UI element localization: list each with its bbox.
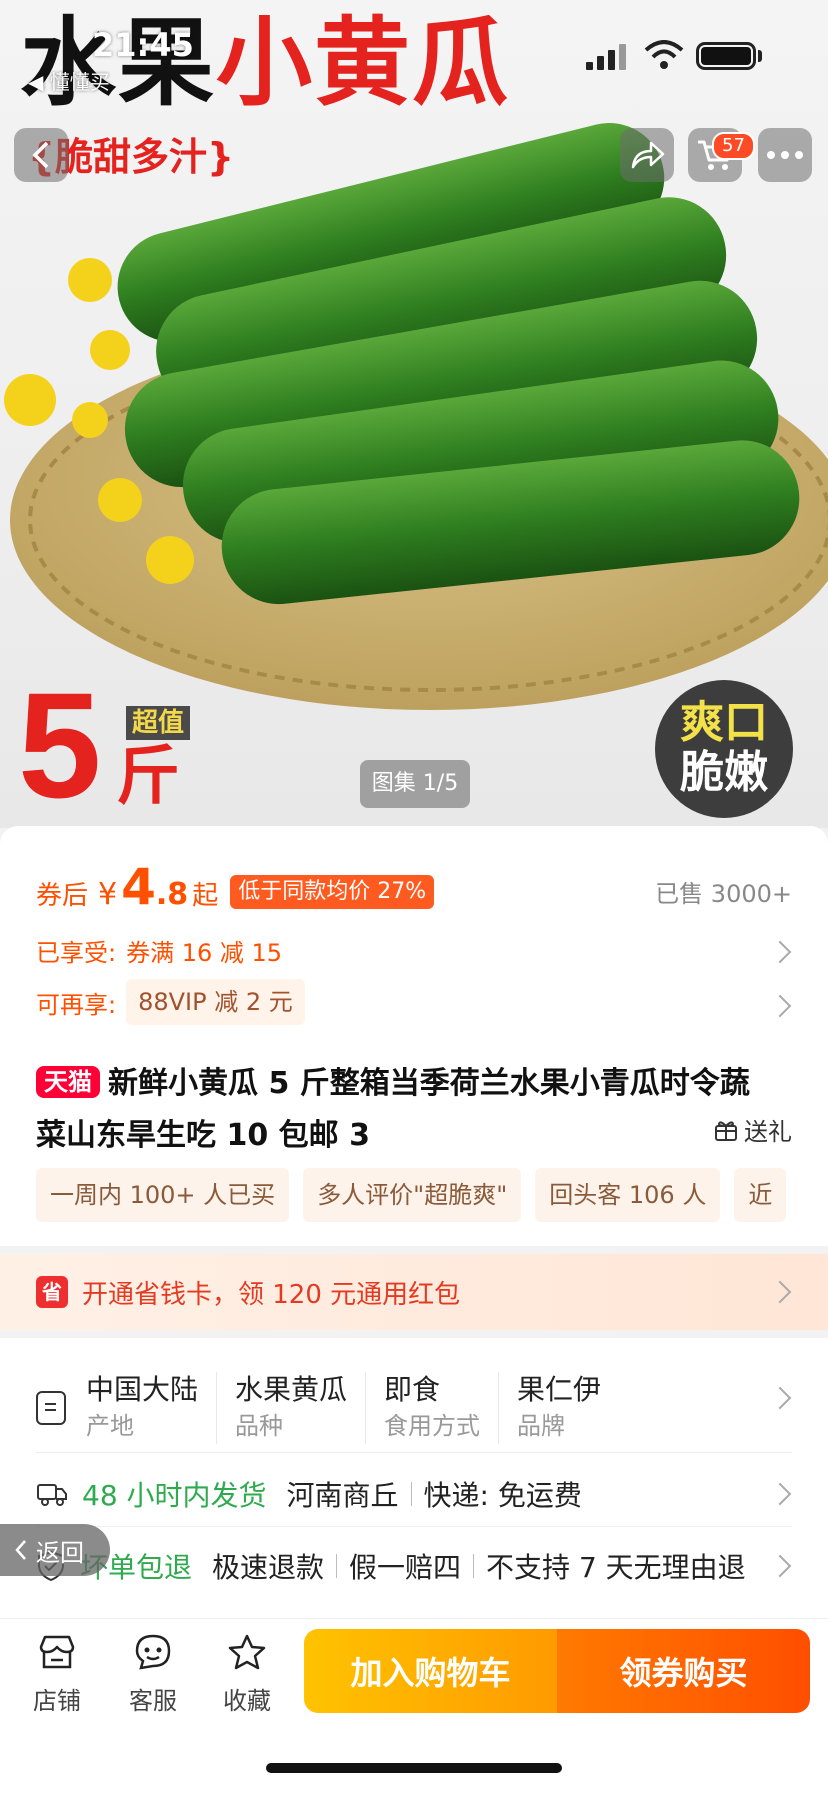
- status-bar: 21:45 ◀ 懂懂买: [0, 0, 828, 94]
- return-button[interactable]: 返回: [0, 1524, 110, 1576]
- divider: [36, 1452, 792, 1453]
- param-item: 水果黄瓜 品种: [216, 1372, 365, 1444]
- home-indicator: [266, 1763, 562, 1773]
- coupon-enjoyed-label: 已享受:: [36, 938, 117, 967]
- back-button[interactable]: [14, 128, 68, 182]
- price-row: 券后 ¥ 4 .8 起 低于同款均价 27%: [36, 858, 435, 916]
- sold-count: 已售 3000+: [655, 880, 792, 908]
- favorite-button[interactable]: 收藏: [212, 1633, 282, 1716]
- param-item: 中国大陆 产地: [86, 1373, 199, 1440]
- shipping-row[interactable]: 48 小时内发货 河南商丘 快递: 免运费: [36, 1466, 582, 1522]
- highlight-chips: 一周内 100+ 人已买 多人评价"超脆爽" 回头客 106 人 近: [36, 1168, 792, 1222]
- battery-icon: [696, 42, 756, 70]
- gallery-indicator[interactable]: 图集 1/5: [360, 760, 470, 808]
- coupon-enjoyed-row[interactable]: 已享受: 券满 16 减 15: [36, 930, 282, 970]
- hero-weight-number: 5: [18, 661, 102, 828]
- price-currency: ¥: [98, 877, 118, 912]
- store-label: 店铺: [33, 1687, 81, 1715]
- buy-with-coupon-button[interactable]: 领券购买: [557, 1629, 810, 1713]
- share-button[interactable]: [620, 128, 674, 182]
- battery-tip: [758, 50, 762, 62]
- shipping-origin: 河南商丘: [286, 1479, 399, 1512]
- product-image-carousel[interactable]: 水果小黄瓜 {脆甜多汁} 5 超值 斤 爽口 脆嫩 图集 1/5: [0, 0, 828, 828]
- shipping-time: 48 小时内发货: [82, 1479, 267, 1512]
- more-dots-icon: [767, 151, 803, 159]
- highlight-chip[interactable]: 回头客 106 人: [535, 1168, 721, 1222]
- cart-count-badge: 57: [712, 132, 755, 160]
- hero-badge: 爽口 脆嫩: [655, 680, 793, 818]
- hero-weight-tag: 超值: [126, 706, 191, 740]
- chevron-left-icon: [32, 141, 49, 169]
- chevron-right-icon: [768, 1280, 792, 1304]
- add-to-cart-button[interactable]: 加入购物车: [304, 1629, 557, 1713]
- savings-card-text: 开通省钱卡，领 120 元通用红包: [82, 1279, 461, 1310]
- favorite-label: 收藏: [223, 1687, 271, 1715]
- product-title: 天猫 新鲜小黄瓜 5 斤整箱当季荷兰水果小青瓜时令蔬菜山东旱生吃 10 包邮 3: [36, 1058, 776, 1162]
- separator: [473, 1554, 475, 1578]
- product-title-text: 新鲜小黄瓜 5 斤整箱当季荷兰水果小青瓜时令蔬菜山东旱生吃 10 包邮 3: [36, 1066, 750, 1153]
- price-decimal: .8: [155, 877, 189, 912]
- gift-label: 送礼: [744, 1118, 792, 1146]
- highlight-chip[interactable]: 一周内 100+ 人已买: [36, 1168, 290, 1222]
- clipboard-icon: [36, 1391, 66, 1425]
- param-item: 果仁伊 品牌: [498, 1372, 619, 1444]
- service-item: 不支持 7 天无理由退: [486, 1551, 746, 1584]
- gift-button[interactable]: 送礼: [714, 1112, 792, 1147]
- highlight-chip[interactable]: 近: [734, 1168, 787, 1222]
- customer-service-button[interactable]: 客服: [118, 1633, 188, 1716]
- price-integer: 4: [121, 858, 156, 916]
- purchase-buttons: 加入购物车 领券购买: [304, 1629, 810, 1713]
- service-row[interactable]: 坏单包退 极速退款 假一赔四 不支持 7 天无理由退: [36, 1538, 786, 1594]
- params-row[interactable]: 中国大陆 产地 水果黄瓜 品种 即食 食用方式 果仁伊 品牌: [36, 1358, 619, 1458]
- coupon-more-row[interactable]: 可再享: 88VIP 减 2 元: [36, 979, 305, 1025]
- truck-icon: [37, 1484, 67, 1506]
- tmall-badge: 天猫: [36, 1066, 100, 1098]
- details-card: 中国大陆 产地 水果黄瓜 品种 即食 食用方式 果仁伊 品牌 48 小时内发货 河南商丘…: [0, 1338, 828, 1622]
- highlight-chip[interactable]: 多人评价"超脆爽": [303, 1168, 522, 1222]
- chevron-right-icon: [768, 1482, 792, 1506]
- separator: [336, 1554, 338, 1578]
- hero-weight-unit: 斤: [116, 740, 180, 814]
- param-item: 即食 食用方式: [365, 1372, 498, 1444]
- product-detail-screen: { "status_bar": {"time": "21:45", "carri…: [0, 0, 828, 1795]
- gift-icon: [715, 1120, 737, 1141]
- separator: [410, 1482, 412, 1506]
- star-icon: [228, 1634, 266, 1670]
- more-button[interactable]: [758, 128, 812, 182]
- customer-service-label: 客服: [129, 1687, 177, 1715]
- price-suffix: 起: [192, 881, 219, 911]
- price-compare-tag: 低于同款均价 27%: [230, 875, 435, 909]
- cellular-signal-icon: [586, 44, 626, 70]
- service-item: 极速退款: [212, 1551, 325, 1584]
- status-back-app[interactable]: ◀ 懂懂买: [28, 66, 110, 95]
- store-button[interactable]: 店铺: [22, 1633, 92, 1716]
- wifi-icon: [644, 40, 684, 69]
- chevron-right-icon: [768, 940, 792, 964]
- chevron-right-icon: [768, 1386, 792, 1410]
- service-item: 假一赔四: [349, 1551, 462, 1584]
- share-icon: [631, 141, 665, 169]
- price-prefix: 券后: [36, 881, 89, 911]
- price-card: 券后 ¥ 4 .8 起 低于同款均价 27% 已售 3000+ 已享受: 券满 …: [0, 826, 828, 1703]
- coupon-enjoyed-value: 券满 16 减 15: [126, 938, 283, 967]
- status-time: 21:45: [92, 26, 194, 64]
- coupon-more-label: 可再享:: [36, 990, 117, 1019]
- chevron-right-icon: [768, 994, 792, 1018]
- divider: [36, 1526, 792, 1527]
- chevron-left-icon: [15, 1540, 26, 1560]
- shipping-express: 快递: 免运费: [423, 1479, 582, 1512]
- store-icon: [39, 1635, 75, 1669]
- return-label: 返回: [36, 1538, 84, 1567]
- savings-card-banner[interactable]: 省 开通省钱卡，领 120 元通用红包: [0, 1254, 828, 1330]
- chat-icon: [135, 1634, 171, 1670]
- savings-card-icon: 省: [36, 1276, 68, 1308]
- vip-coupon-chip[interactable]: 88VIP 减 2 元: [126, 979, 305, 1025]
